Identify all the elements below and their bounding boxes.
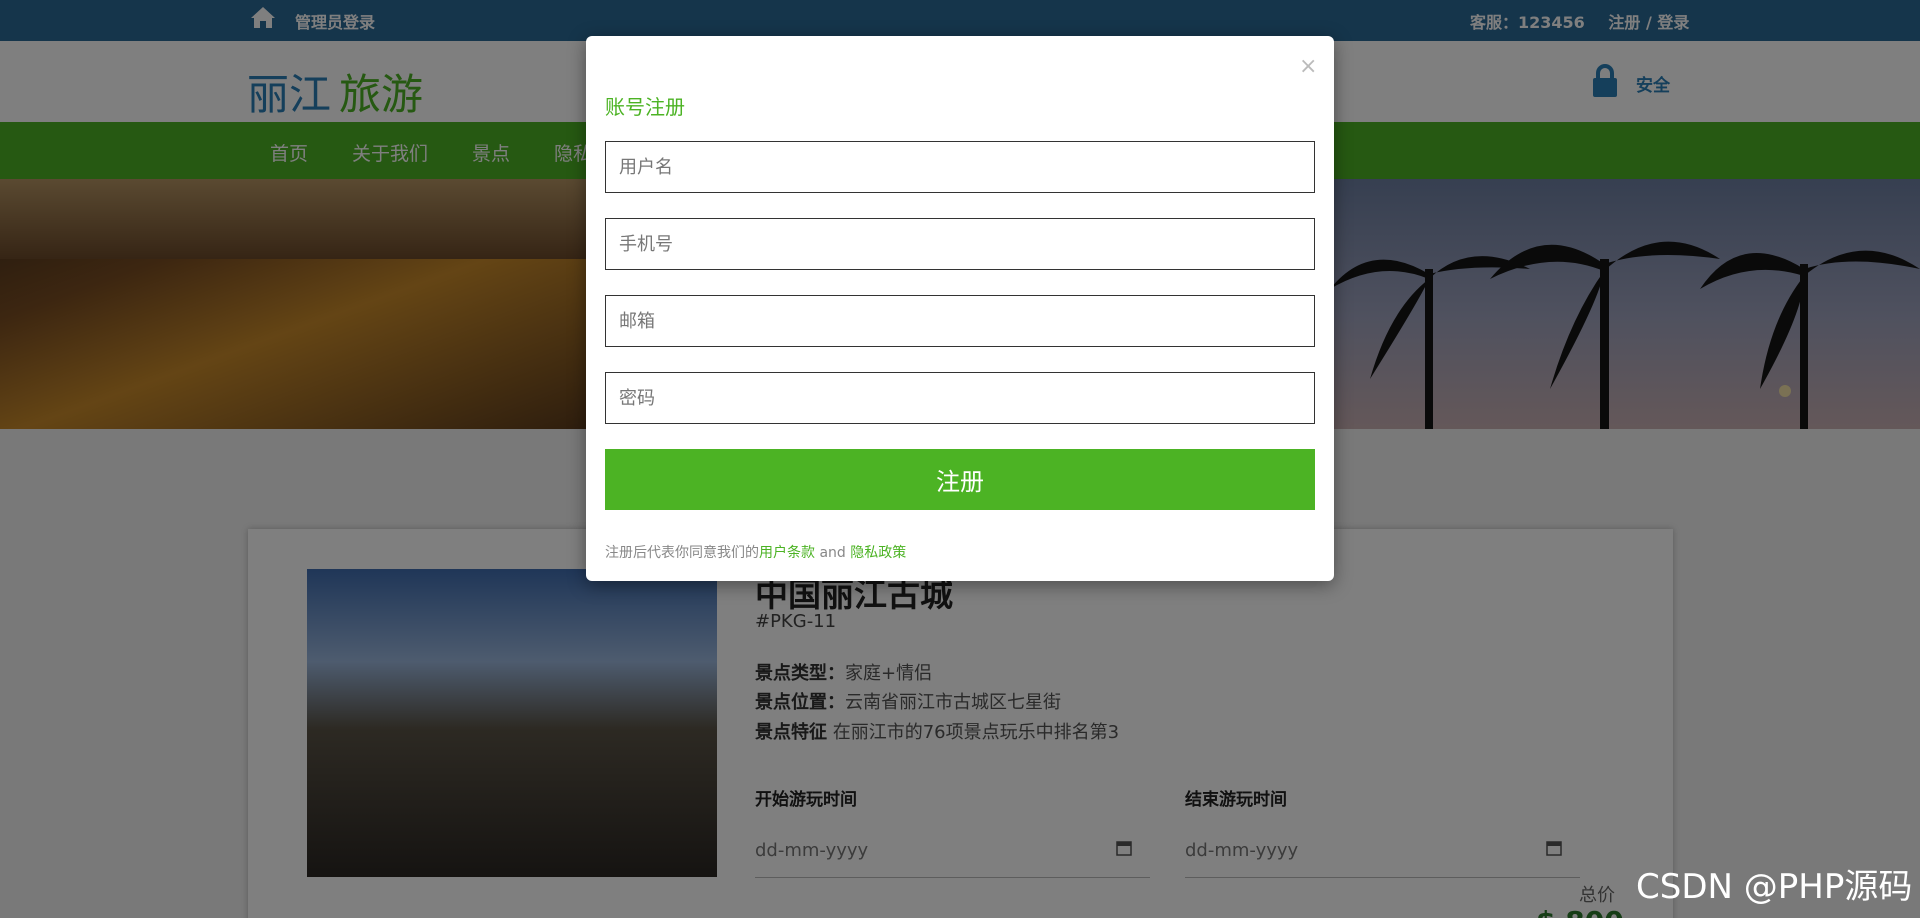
register-modal: × 账号注册 注册 注册后代表你同意我们的用户条款 and 隐私政策 xyxy=(586,36,1334,581)
privacy-policy-link[interactable]: 隐私政策 xyxy=(850,545,906,561)
password-input[interactable] xyxy=(605,372,1315,424)
terms-notice: 注册后代表你同意我们的用户条款 and 隐私政策 xyxy=(605,542,906,562)
modal-title: 账号注册 xyxy=(605,95,685,119)
phone-input[interactable] xyxy=(605,218,1315,270)
user-terms-link[interactable]: 用户条款 xyxy=(759,545,815,561)
email-input[interactable] xyxy=(605,295,1315,347)
close-icon[interactable]: × xyxy=(1299,54,1317,79)
register-button[interactable]: 注册 xyxy=(605,449,1315,510)
watermark-text: CSDN @PHP源码 xyxy=(1636,867,1913,907)
terms-prefix: 注册后代表你同意我们的 xyxy=(605,545,759,561)
terms-and: and xyxy=(815,545,851,561)
username-input[interactable] xyxy=(605,141,1315,193)
